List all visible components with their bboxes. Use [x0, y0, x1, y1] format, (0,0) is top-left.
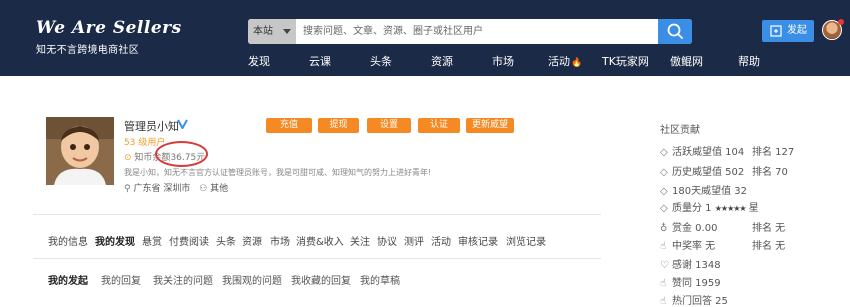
tab-spending-income[interactable]: 消费&收入	[296, 233, 344, 248]
stat-row: ◇ 质量分 1 ★★★★★ 星	[660, 199, 759, 214]
tab-resources[interactable]: 资源	[242, 233, 262, 248]
thumb-icon: ☝	[660, 296, 667, 307]
tabs-divider	[33, 258, 601, 259]
tab-following[interactable]: 关注	[350, 233, 370, 248]
tab-agreement[interactable]: 协议	[377, 233, 397, 248]
chevron-down-icon	[283, 29, 291, 34]
profile-bio: 我是小知，知无不言官方认证管理员账号，我是可甜可咸、知理知气的努力上进好青年!	[124, 168, 432, 177]
tab-paid-reading[interactable]: 付费阅读	[169, 233, 209, 248]
stat-label: 活跃威望值 104	[672, 147, 745, 158]
coin-icon: ⊙	[124, 153, 132, 163]
stat-row: ◇ 历史威望值 502 排名 70	[660, 163, 788, 178]
stat-row: ☝ 中奖率 无 排名 无	[660, 237, 785, 252]
search-input[interactable]	[296, 19, 658, 44]
verify-button[interactable]: 认证	[418, 118, 460, 133]
stat-label: 热门回答 25	[672, 296, 728, 307]
tab-market[interactable]: 市场	[270, 233, 290, 248]
nav-cloud-course[interactable]: 云课	[309, 53, 331, 69]
tab-headlines[interactable]: 头条	[216, 233, 236, 248]
edit-icon	[770, 25, 782, 37]
subtab-my-replies[interactable]: 我的回复	[101, 272, 141, 287]
tab-my-discover[interactable]: 我的发现	[95, 233, 135, 248]
thumb-icon: ☝	[660, 278, 667, 289]
settings-button[interactable]: 设置	[367, 118, 411, 133]
notification-dot	[838, 19, 844, 25]
tab-audit-records[interactable]: 审核记录	[458, 233, 498, 248]
diamond-icon: ◇	[660, 147, 668, 158]
gender-text: 其他	[210, 184, 229, 194]
subtab-my-posts[interactable]: 我的发起	[48, 272, 88, 287]
location-text: 广东省 深圳市	[133, 184, 191, 194]
search-scope-select[interactable]: 本站	[248, 19, 296, 44]
nav-discover[interactable]: 发现	[248, 53, 270, 69]
stat-row: ☝ 赞同 1959	[660, 274, 721, 289]
subtab-watched-questions[interactable]: 我围观的问题	[222, 272, 282, 287]
nav-events-label: 活动	[548, 55, 570, 68]
stat-label: 180天威望值 32	[672, 186, 747, 197]
hand-icon: ☝	[660, 241, 667, 252]
stat-label: 赏金 0.00	[672, 223, 718, 234]
nav-help[interactable]: 帮助	[738, 53, 760, 69]
stat-row: ♁ 赏金 0.00 排名 无	[660, 219, 785, 234]
top-navbar: We Are Sellers 知无不言跨境电商社区 本站 发起 发现 云课 头条…	[0, 0, 850, 76]
nav-resources[interactable]: 资源	[431, 53, 453, 69]
profile-username: 管理员小知	[124, 120, 179, 133]
location-row: ⚲ 广东省 深圳市 ⚇ 其他	[124, 181, 228, 194]
divider	[33, 214, 601, 215]
user-avatar[interactable]	[822, 19, 844, 40]
rating-stars: ★★★★★	[714, 204, 747, 213]
stat-rank: 排名 无	[752, 241, 786, 252]
tab-browse-history[interactable]: 浏览记录	[506, 233, 546, 248]
withdraw-button[interactable]: 提现	[318, 118, 359, 133]
rating-suffix: 星	[748, 203, 759, 214]
stat-rank: 排名 70	[752, 167, 788, 178]
nav-market[interactable]: 市场	[492, 53, 514, 69]
site-tagline: 知无不言跨境电商社区	[36, 45, 139, 56]
nav-events[interactable]: 活动🔥	[548, 53, 582, 69]
diamond-icon: ◇	[660, 167, 668, 178]
tab-events[interactable]: 活动	[431, 233, 451, 248]
diamond-icon: ◇	[660, 186, 668, 197]
stat-rank: 排名 无	[752, 223, 786, 234]
site-logo[interactable]: We Are Sellers	[36, 18, 182, 38]
nav-headlines[interactable]: 头条	[370, 53, 392, 69]
stat-row: ☝ 热门回答 25	[660, 292, 728, 307]
stat-label: 质量分 1	[672, 203, 712, 214]
stat-rank: 排名 127	[752, 147, 795, 158]
tab-bounty[interactable]: 悬赏	[142, 233, 162, 248]
recharge-button[interactable]: 充值	[266, 118, 312, 133]
gender-icon: ⚇	[199, 184, 208, 194]
coin-icon: ♁	[660, 223, 668, 234]
stat-label: 中奖率 无	[672, 241, 716, 252]
subtab-followed-questions[interactable]: 我关注的问题	[153, 272, 213, 287]
annotation-circle	[155, 141, 208, 167]
stat-row: ◇ 180天威望值 32	[660, 182, 747, 197]
tab-review[interactable]: 测评	[404, 233, 424, 248]
profile-photo	[46, 117, 114, 185]
search-icon	[667, 23, 683, 39]
verified-icon	[177, 119, 188, 129]
search-scope-label: 本站	[253, 26, 273, 37]
stat-label: 历史威望值 502	[672, 167, 745, 178]
stat-row: ♡ 感谢 1348	[660, 256, 721, 271]
fire-icon: 🔥	[571, 58, 583, 68]
location-pin-icon: ⚲	[124, 184, 131, 194]
stat-label: 感谢 1348	[672, 260, 721, 271]
post-button[interactable]: 发起	[762, 20, 814, 42]
tab-my-info[interactable]: 我的信息	[48, 233, 88, 248]
stat-label: 赞同 1959	[672, 278, 721, 289]
post-button-label: 发起	[787, 25, 807, 36]
update-reputation-button[interactable]: 更新威望	[466, 118, 514, 133]
nav-aokun[interactable]: 傲鲲网	[670, 53, 703, 69]
sidebar-title: 社区贡献	[660, 125, 700, 136]
diamond-icon: ◇	[660, 203, 668, 214]
nav-tk-players[interactable]: TK玩家网	[602, 53, 649, 69]
stat-row: ◇ 活跃威望值 104 排名 127	[660, 143, 794, 158]
subtab-saved-replies[interactable]: 我收藏的回复	[291, 272, 351, 287]
search-button[interactable]	[658, 19, 692, 44]
search-bar: 本站	[248, 19, 692, 44]
subtab-drafts[interactable]: 我的草稿	[360, 272, 400, 287]
heart-icon: ♡	[660, 260, 669, 271]
